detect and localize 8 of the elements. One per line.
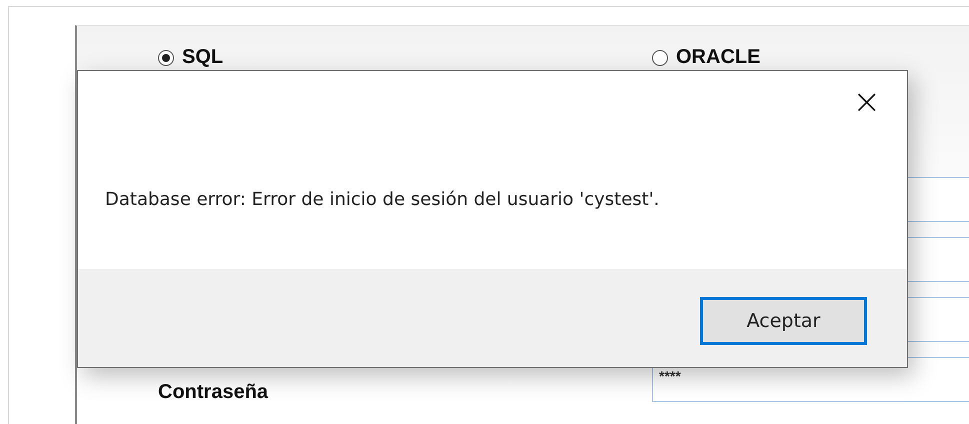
radio-label: ORACLE	[676, 46, 760, 69]
accept-button[interactable]: Aceptar	[700, 297, 867, 345]
radio-button[interactable]	[652, 50, 668, 66]
radio-label: SQL	[182, 46, 224, 69]
radio-button[interactable]	[158, 50, 174, 66]
password-label: Contraseña	[158, 381, 270, 404]
close-button[interactable]: ×	[852, 87, 881, 117]
error-message: Database error: Error de inicio de sesión del usuario 'cystest'.	[105, 189, 660, 210]
